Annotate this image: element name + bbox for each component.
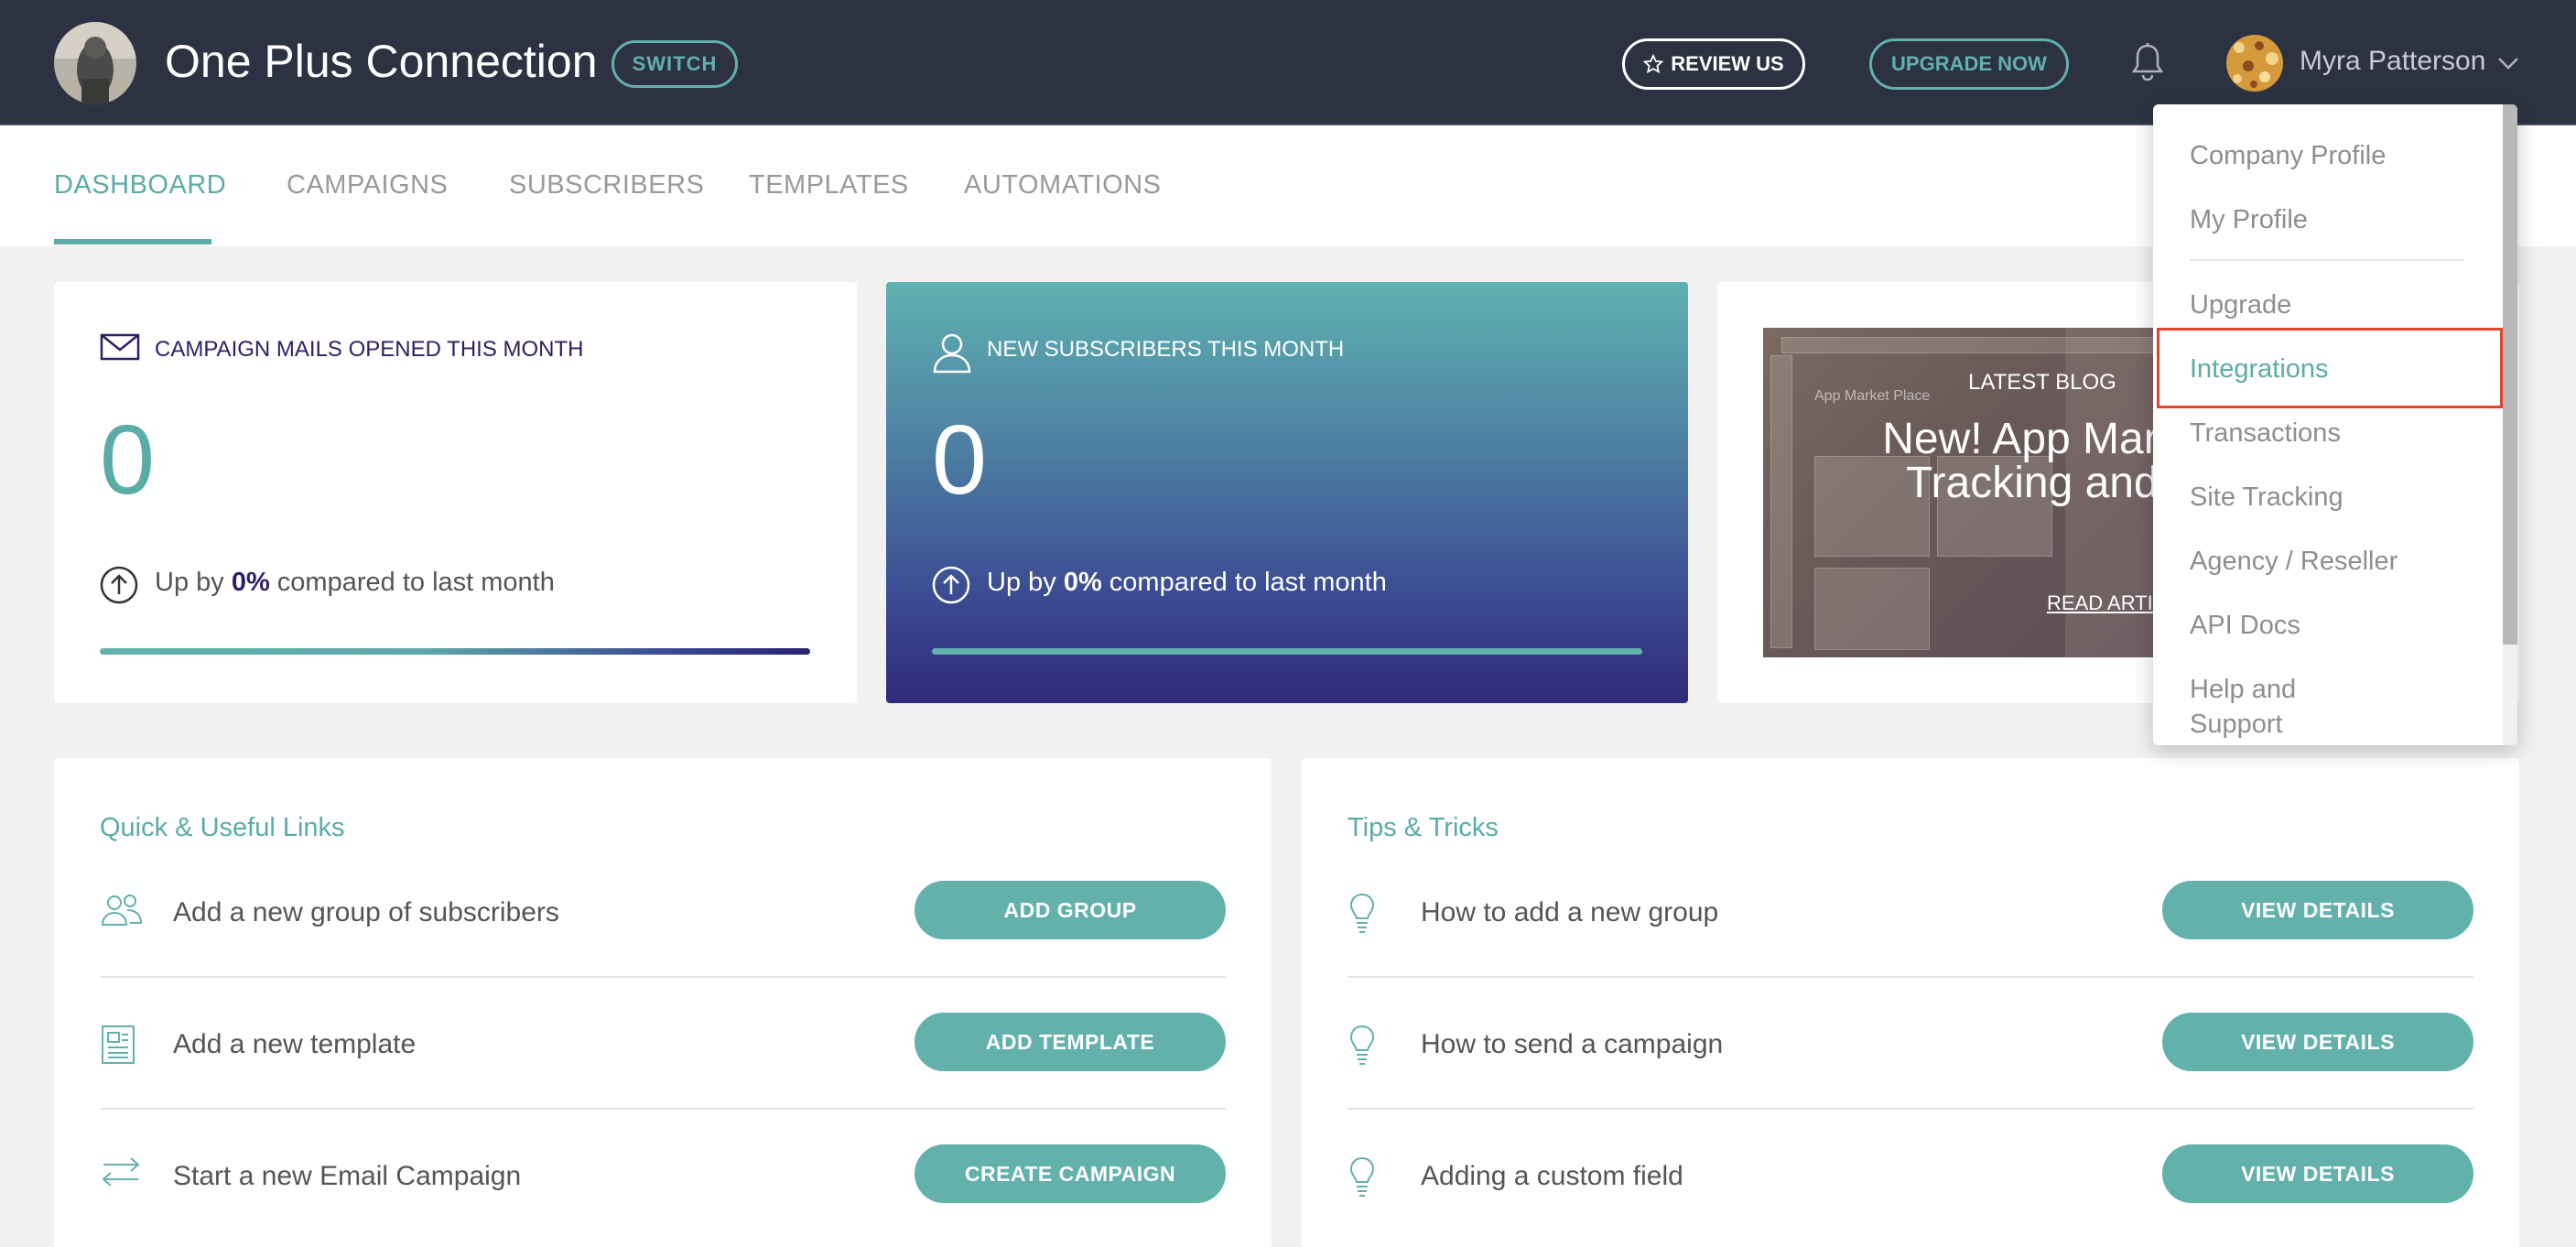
quick-links-heading: Quick & Useful Links xyxy=(100,813,345,842)
menu-divider xyxy=(2190,259,2464,261)
stat-title: CAMPAIGN MAILS OPENED THIS MONTH xyxy=(155,337,584,362)
compare-value: 0% xyxy=(231,568,270,597)
lightbulb-icon xyxy=(1348,1024,1390,1066)
tip-text: How to send a campaign xyxy=(1421,1029,1724,1059)
arrow-up-circle-icon xyxy=(100,566,138,609)
compare-suffix: compared to last month xyxy=(1101,568,1387,597)
tab-automations[interactable]: AUTOMATIONS xyxy=(964,170,1162,201)
tab-campaigns[interactable]: CAMPAIGNS xyxy=(287,170,448,201)
chevron-down-icon[interactable] xyxy=(2495,53,2521,73)
quick-links-panel: Quick & Useful Links Add a new group of … xyxy=(54,758,1272,1247)
tips-panel: Tips & Tricks How to add a new group VIE… xyxy=(1302,758,2519,1247)
tip-row: Adding a custom field VIEW DETAILS xyxy=(1348,1110,2473,1242)
menu-item-transactions[interactable]: Transactions xyxy=(2190,418,2341,449)
user-icon xyxy=(932,331,972,378)
tips-heading: Tips & Tricks xyxy=(1348,813,1499,842)
tab-templates[interactable]: TEMPLATES xyxy=(749,170,909,201)
blog-title-line: Tracking and xyxy=(1906,459,2159,507)
read-article-link[interactable]: READ ARTI xyxy=(2047,591,2153,615)
quick-link-row: Add a new template ADD TEMPLATE xyxy=(100,978,1226,1110)
tip-row: How to add a new group VIEW DETAILS xyxy=(1348,846,2473,978)
tab-subscribers[interactable]: SUBSCRIBERS xyxy=(509,170,704,201)
bell-icon[interactable] xyxy=(2129,42,2166,82)
envelope-icon xyxy=(100,331,140,365)
view-details-button[interactable]: VIEW DETAILS xyxy=(2162,1144,2473,1203)
view-details-button[interactable]: VIEW DETAILS xyxy=(2162,1013,2473,1071)
add-template-button[interactable]: ADD TEMPLATE xyxy=(915,1013,1226,1071)
tip-text: Adding a custom field xyxy=(1421,1161,1683,1191)
stat-title: NEW SUBSCRIBERS THIS MONTH xyxy=(987,337,1345,362)
arrow-up-circle-icon xyxy=(932,566,970,609)
compare-prefix: Up by xyxy=(987,568,1064,597)
user-avatar[interactable] xyxy=(2226,35,2283,92)
stat-compare-text: Up by 0% compared to last month xyxy=(987,568,1387,598)
progress-bar xyxy=(100,648,810,655)
lightbulb-icon xyxy=(1348,1155,1390,1198)
template-icon xyxy=(100,1024,142,1066)
menu-item-integrations[interactable]: Integrations xyxy=(2190,354,2329,385)
switch-button[interactable]: SWITCH xyxy=(612,40,738,88)
arrows-icon xyxy=(100,1155,142,1198)
tip-text: How to add a new group xyxy=(1421,897,1719,927)
quick-link-text: Start a new Email Campaign xyxy=(173,1161,522,1191)
stat-compare-text: Up by 0% compared to last month xyxy=(155,568,555,598)
add-group-button[interactable]: ADD GROUP xyxy=(915,881,1226,939)
menu-scrollbar-thumb[interactable] xyxy=(2503,104,2517,645)
compare-prefix: Up by xyxy=(155,568,232,597)
progress-bar xyxy=(932,648,1642,655)
compare-value: 0% xyxy=(1063,568,1102,597)
menu-item-upgrade[interactable]: Upgrade xyxy=(2190,290,2291,320)
menu-item-company-profile[interactable]: Company Profile xyxy=(2190,141,2386,171)
user-name[interactable]: Myra Patterson xyxy=(2300,46,2485,77)
view-details-button[interactable]: VIEW DETAILS xyxy=(2162,881,2473,939)
blog-title[interactable]: New! App Mar Tracking and xyxy=(1873,415,2159,507)
stat-value: 0 xyxy=(932,404,988,515)
active-tab-indicator xyxy=(54,239,211,244)
review-us-button[interactable]: REVIEW US xyxy=(1622,38,1805,90)
campaign-mails-card: CAMPAIGN MAILS OPENED THIS MONTH 0 Up by… xyxy=(54,282,857,703)
company-avatar[interactable] xyxy=(54,22,136,104)
create-campaign-button[interactable]: CREATE CAMPAIGN xyxy=(915,1144,1226,1203)
quick-link-text: Add a new group of subscribers xyxy=(173,897,559,927)
users-icon xyxy=(100,892,143,934)
upgrade-now-button[interactable]: UPGRADE NOW xyxy=(1869,38,2069,90)
user-dropdown-menu: Company Profile My Profile Upgrade Integ… xyxy=(2153,104,2517,745)
new-subscribers-card: NEW SUBSCRIBERS THIS MONTH 0 Up by 0% co… xyxy=(886,282,1688,703)
tab-dashboard[interactable]: DASHBOARD xyxy=(54,170,226,201)
quick-link-text: Add a new template xyxy=(173,1029,417,1059)
blog-title-line: New! App Mar xyxy=(1882,415,2159,463)
stat-value: 0 xyxy=(100,404,156,515)
star-icon xyxy=(1643,54,1664,74)
blog-mock-heading: App Market Place xyxy=(1814,388,1931,404)
menu-item-help-support[interactable]: Help and xyxy=(2190,675,2296,705)
menu-item-agency-reseller[interactable]: Agency / Reseller xyxy=(2190,547,2397,577)
tip-row: How to send a campaign VIEW DETAILS xyxy=(1348,978,2473,1110)
quick-link-row: Add a new group of subscribers ADD GROUP xyxy=(100,846,1226,978)
quick-link-row: Start a new Email Campaign CREATE CAMPAI… xyxy=(100,1110,1226,1242)
menu-item-site-tracking[interactable]: Site Tracking xyxy=(2190,483,2343,513)
latest-blog-label: LATEST BLOG xyxy=(1968,370,2116,395)
review-us-label: REVIEW US xyxy=(1671,52,1784,75)
lightbulb-icon xyxy=(1348,892,1390,934)
company-name: One Plus Connection xyxy=(165,36,598,87)
compare-suffix: compared to last month xyxy=(269,568,555,597)
menu-item-help-support-line2[interactable]: Support xyxy=(2190,710,2283,740)
menu-item-my-profile[interactable]: My Profile xyxy=(2190,205,2308,235)
menu-item-api-docs[interactable]: API Docs xyxy=(2190,611,2300,641)
